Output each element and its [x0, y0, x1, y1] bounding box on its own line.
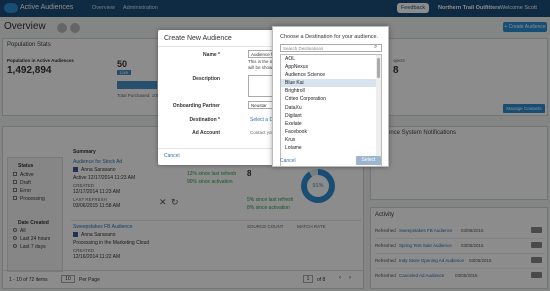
destination-option[interactable]: Lotame — [281, 144, 381, 152]
destination-option[interactable]: AppNexus — [281, 63, 381, 71]
destination-picker-title: Choose a Destination for your audience. — [280, 34, 379, 40]
ad-account-text: Contact your onboarding partner — [250, 130, 272, 135]
picker-cancel-link[interactable]: Cancel — [280, 158, 296, 164]
destination-option[interactable]: DataXu — [281, 104, 381, 112]
destination-option[interactable]: Krux — [281, 136, 381, 144]
modal-title: Create New Audience — [164, 35, 232, 42]
name-label: Name * — [203, 52, 220, 58]
search-icon: ⌕ — [374, 44, 378, 50]
modal-cancel-link[interactable]: Cancel — [164, 153, 180, 159]
destination-option[interactable]: Criteo Corporation — [281, 95, 381, 103]
ad-account-label: Ad Account — [192, 130, 220, 136]
picker-select-button[interactable]: Select — [356, 156, 381, 165]
scrollbar-thumb[interactable] — [377, 58, 380, 78]
partner-label: Onboarding Partner — [172, 103, 220, 109]
destination-picker: Choose a Destination for your audience. … — [272, 26, 389, 167]
destination-label: Destination * — [189, 117, 220, 123]
destination-list: AOL AppNexus Audience Science Blue Kai B… — [280, 54, 382, 167]
destination-option[interactable]: Digilant — [281, 112, 381, 120]
list-scrollbar[interactable] — [376, 55, 381, 166]
description-label: Description — [192, 76, 220, 82]
destination-option-selected[interactable]: Blue Kai — [281, 79, 381, 88]
destination-option[interactable]: Audience Science — [281, 71, 381, 79]
destination-option[interactable]: AOL — [281, 55, 381, 63]
destination-option[interactable]: Facebook — [281, 128, 381, 136]
destination-search-input[interactable]: Search Destinations — [280, 44, 382, 52]
destination-option[interactable]: Brightroll — [281, 87, 381, 95]
destination-option[interactable]: Exelate — [281, 120, 381, 128]
